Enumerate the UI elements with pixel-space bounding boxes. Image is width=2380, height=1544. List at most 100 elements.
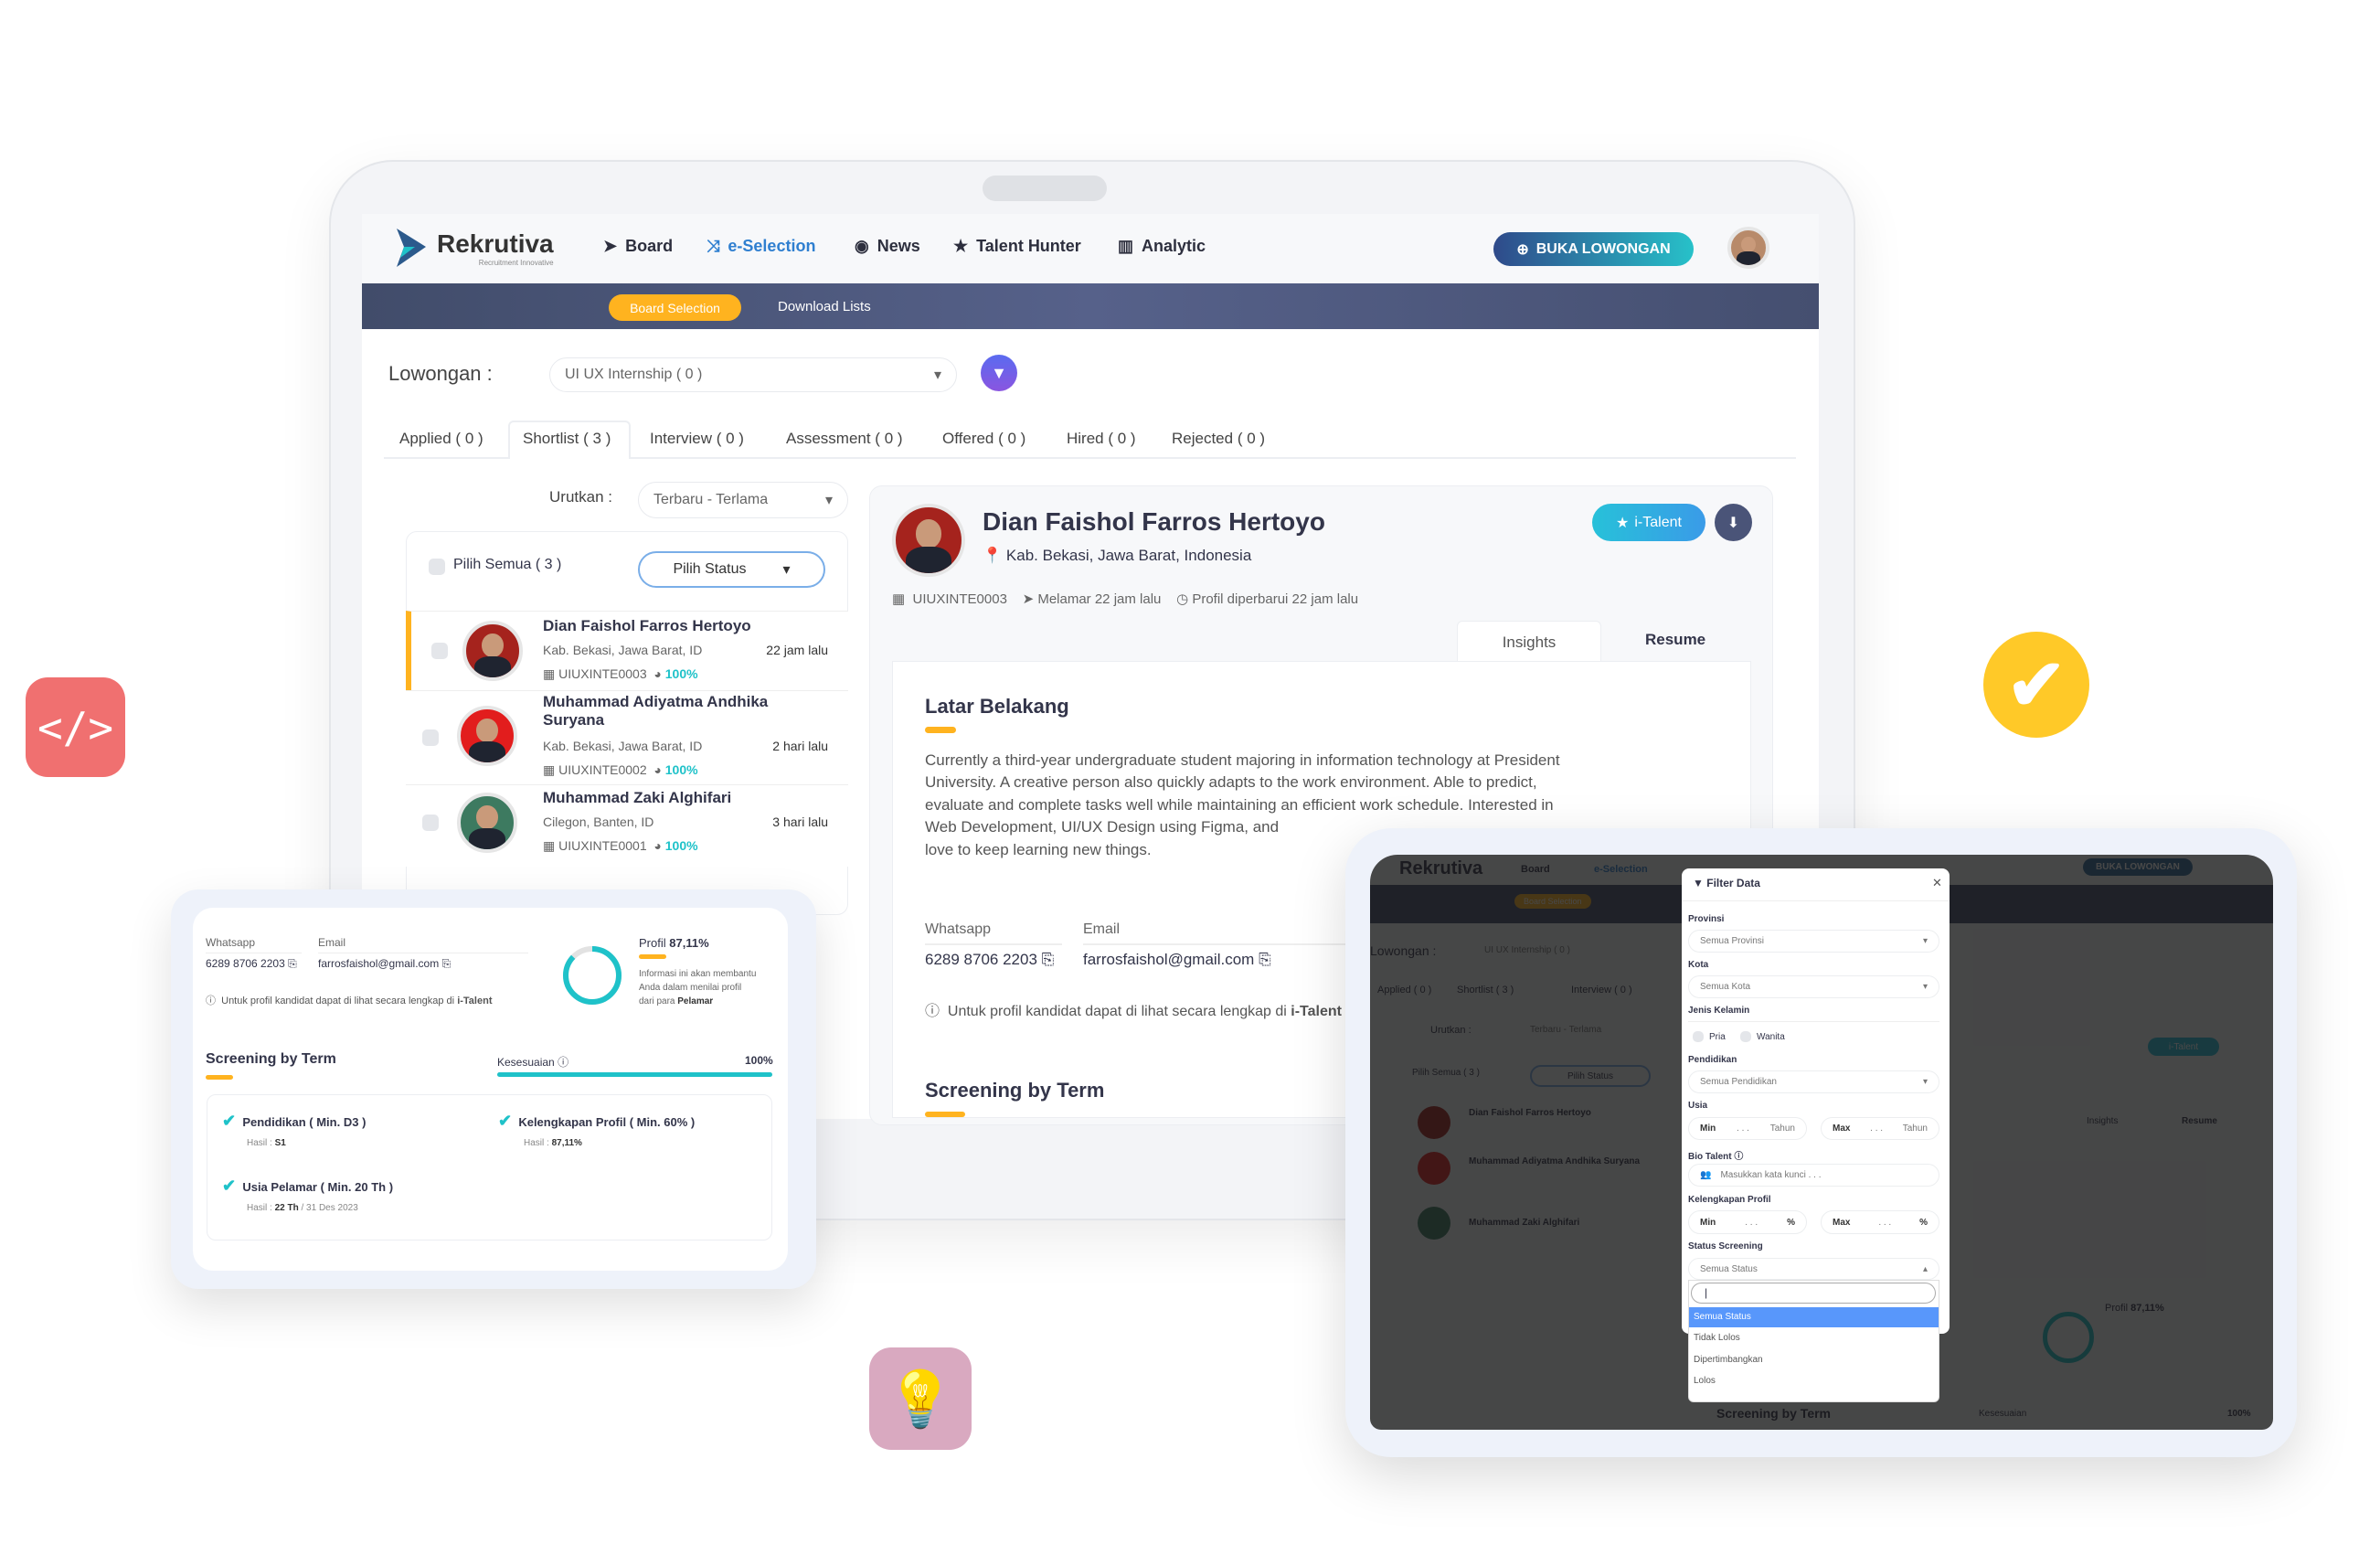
- usia-min-input[interactable]: Min. . . Tahun: [1688, 1117, 1807, 1140]
- nav-analytic[interactable]: ▥ Analytic: [1118, 237, 1206, 256]
- shuffle-icon: ⤨: [707, 237, 720, 255]
- candidate-row[interactable]: Dian Faishol Farros Hertoyo Kab. Bekasi,…: [406, 611, 848, 690]
- kota-select[interactable]: Semua Kota ▾: [1688, 975, 1939, 998]
- sort-select[interactable]: Terbaru - Terlama ▾: [638, 482, 848, 518]
- profile-avatar: [892, 504, 965, 577]
- nav-news[interactable]: ◉ News: [855, 237, 920, 256]
- email-value: farrosfaishol@gmail.com ⎘: [1083, 951, 1271, 968]
- check-icon: ✔: [222, 1112, 237, 1130]
- bio-talent-input[interactable]: 👥 Masukkan kata kunci . . .: [1688, 1164, 1939, 1187]
- copy-icon[interactable]: ⎘: [288, 957, 297, 970]
- info-line: ⓘ Untuk profil kandidat dapat di lihat s…: [206, 996, 493, 1006]
- row-checkbox[interactable]: [422, 815, 439, 831]
- profil-info: Informasi ini akan membantu Anda dalam me…: [639, 969, 757, 1006]
- download-lists-tab[interactable]: Download Lists: [778, 299, 871, 314]
- caret-down-icon: ▾: [1922, 936, 1928, 946]
- candidate-location: Cilegon, Banten, ID: [543, 815, 654, 829]
- tab-shortlist[interactable]: Shortlist ( 3 ): [523, 430, 611, 448]
- close-icon[interactable]: ✕: [1932, 876, 1942, 890]
- filter-button[interactable]: ▼: [981, 355, 1017, 391]
- tab-resume[interactable]: Resume: [1645, 631, 1705, 649]
- grid-icon: ▦: [543, 666, 559, 681]
- option-lolos[interactable]: Lolos: [1694, 1376, 1716, 1386]
- candidate-code: ▦ UIUXINTE0003 ◕ 100%: [543, 666, 698, 681]
- select-all-checkbox[interactable]: [429, 559, 445, 575]
- select-all-label: Pilih Semua ( 3 ): [453, 557, 562, 572]
- paper-plane-icon: ➤: [1022, 591, 1035, 607]
- tab-rejected[interactable]: Rejected ( 0 ): [1172, 430, 1265, 448]
- board-selection-tab[interactable]: Board Selection: [609, 294, 741, 321]
- whatsapp-label: Whatsapp: [925, 921, 1062, 945]
- grid-icon: ▦: [543, 838, 559, 853]
- kesesuaian-bar: [497, 1072, 772, 1077]
- email-label: Email: [318, 936, 528, 953]
- lowongan-select[interactable]: UI UX Internship ( 0 ) ▾: [549, 357, 957, 392]
- filter-icon: ▼: [1693, 877, 1704, 889]
- whatsapp-value: 6289 8706 2203 ⎘: [925, 951, 1055, 968]
- tab-interview[interactable]: Interview ( 0 ): [650, 430, 744, 448]
- tab-offered[interactable]: Offered ( 0 ): [942, 430, 1025, 448]
- plus-circle-icon: ⊕: [1516, 241, 1529, 258]
- pendidikan-select[interactable]: Semua Pendidikan ▾: [1688, 1070, 1939, 1093]
- option-semua-status[interactable]: Semua Status: [1689, 1307, 1939, 1327]
- check-icon: ✔: [222, 1177, 237, 1195]
- tab-hired[interactable]: Hired ( 0 ): [1067, 430, 1136, 448]
- title-underline: [639, 954, 666, 959]
- dropdown-search-input[interactable]: |: [1691, 1283, 1936, 1304]
- nav-talent-hunter[interactable]: ★ Talent Hunter: [953, 237, 1081, 256]
- kelengkapan-min-input[interactable]: Min. . .%: [1688, 1210, 1807, 1234]
- copy-icon[interactable]: ⎘: [1042, 951, 1055, 968]
- download-button[interactable]: ⬇: [1715, 504, 1752, 541]
- email-value: farrosfaishol@gmail.com ⎘: [318, 957, 452, 970]
- email-label: Email: [1083, 921, 1357, 945]
- pie-icon: ◕: [653, 838, 662, 853]
- nav-board[interactable]: ➤ Board: [603, 237, 673, 256]
- pria-checkbox[interactable]: Pria: [1693, 1031, 1726, 1042]
- tab-insights[interactable]: Insights: [1457, 621, 1601, 663]
- criteria-item: ✔ Pendidikan ( Min. D3 ): [222, 1112, 367, 1130]
- caret-down-icon: ▾: [782, 562, 791, 578]
- buka-lowongan-button[interactable]: ⊕ BUKA LOWONGAN: [1493, 232, 1694, 266]
- row-checkbox[interactable]: [431, 643, 448, 659]
- option-dipertimbangkan[interactable]: Dipertimbangkan: [1694, 1355, 1763, 1365]
- copy-icon[interactable]: ⎘: [442, 957, 452, 970]
- info-icon: ⓘ: [558, 1056, 569, 1069]
- star-icon: ★: [1616, 515, 1630, 531]
- caret-down-icon: ▾: [1922, 1077, 1928, 1087]
- tab-assessment[interactable]: Assessment ( 0 ): [786, 430, 903, 448]
- candidate-row[interactable]: Muhammad Adiyatma Andhika Suryana Kab. B…: [406, 690, 848, 784]
- brand-tagline: Recruitment Innovative: [478, 258, 554, 267]
- status-screening-select[interactable]: Semua Status ▴: [1688, 1258, 1939, 1280]
- grid-icon: ▦: [543, 762, 559, 777]
- user-avatar[interactable]: [1727, 227, 1769, 269]
- pilih-status-select[interactable]: Pilih Status ▾: [638, 551, 825, 588]
- title-underline: [206, 1075, 233, 1080]
- candidate-row[interactable]: Muhammad Zaki Alghifari Cilegon, Banten,…: [406, 784, 848, 867]
- tab-applied[interactable]: Applied ( 0 ): [399, 430, 483, 448]
- screening-title: Screening by Term: [925, 1079, 1105, 1102]
- usia-max-input[interactable]: Max. . . Tahun: [1821, 1117, 1939, 1140]
- italent-button[interactable]: ★ i-Talent: [1592, 504, 1705, 541]
- pie-icon: ◕: [653, 666, 662, 681]
- star-icon: ★: [953, 237, 969, 255]
- info-icon: ⓘ: [925, 1004, 940, 1019]
- info-line: ⓘ Untuk profil kandidat dapat di lihat s…: [925, 1004, 1342, 1019]
- nav-e-selection[interactable]: ⤨ e-Selection: [707, 237, 815, 256]
- row-checkbox[interactable]: [422, 729, 439, 746]
- option-tidak-lolos[interactable]: Tidak Lolos: [1694, 1333, 1740, 1343]
- candidate-code: ▦ UIUXINTE0002 ◕ 100%: [543, 762, 698, 777]
- wanita-checkbox[interactable]: Wanita: [1740, 1031, 1785, 1042]
- criteria-item: ✔ Usia Pelamar ( Min. 20 Th ): [222, 1177, 394, 1195]
- whatsapp-label: Whatsapp: [206, 936, 302, 953]
- title-underline: [925, 727, 956, 733]
- kelengkapan-max-input[interactable]: Max. . .%: [1821, 1210, 1939, 1234]
- kesesuaian-value: 100%: [745, 1054, 773, 1067]
- divider: [1682, 900, 1950, 901]
- logo-mark-icon: [397, 229, 426, 267]
- provinsi-select[interactable]: Semua Provinsi ▾: [1688, 930, 1939, 953]
- copy-icon[interactable]: ⎘: [1259, 951, 1271, 968]
- criteria-result: Hasil : 22 Th / 31 Des 2023: [247, 1203, 358, 1213]
- logo[interactable]: Rekrutiva Recruitment Innovative: [393, 227, 554, 269]
- candidate-avatar: [457, 706, 517, 766]
- laptop-camera: [983, 176, 1107, 201]
